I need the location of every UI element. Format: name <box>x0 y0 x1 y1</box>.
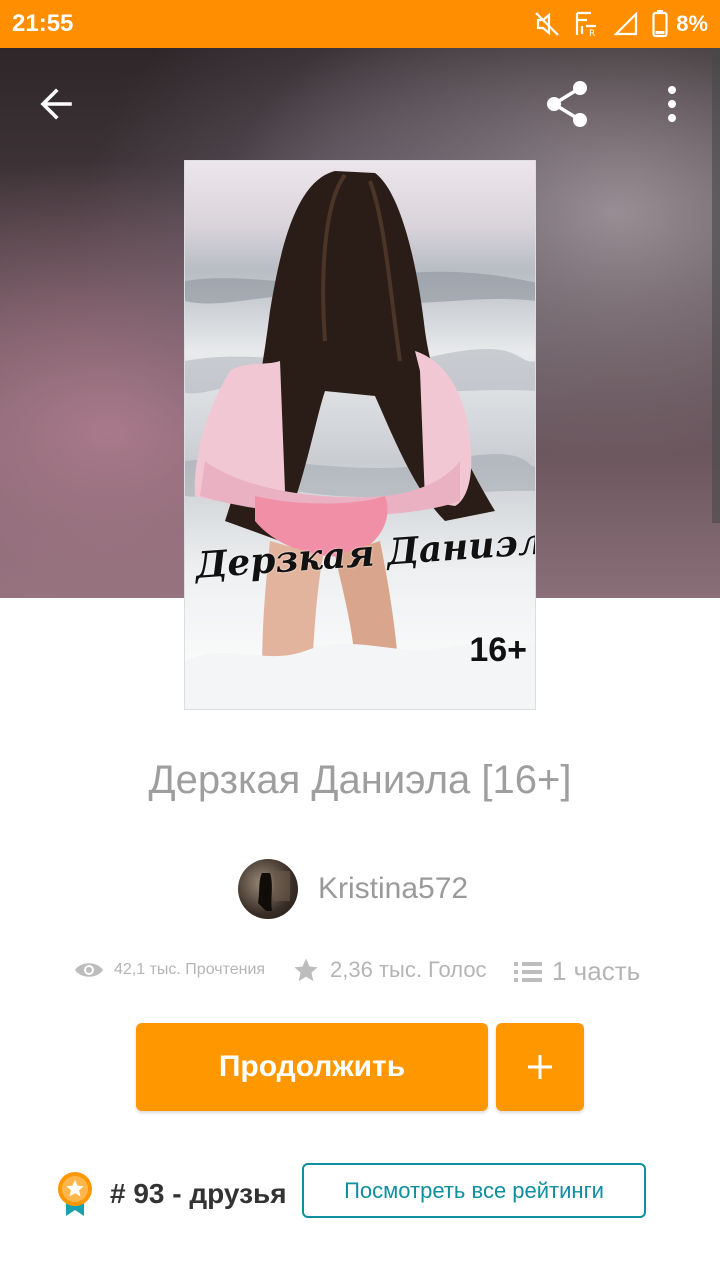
add-to-library-button[interactable] <box>496 1023 584 1111</box>
share-button[interactable] <box>540 76 596 132</box>
scroll-indicator <box>712 48 720 523</box>
share-icon <box>547 81 587 127</box>
eye-icon <box>75 963 103 977</box>
reads-count: 42,1 тыс. Прочтения <box>114 961 266 978</box>
more-options-button[interactable] <box>644 76 700 132</box>
author-name[interactable]: Kristina572 <box>318 872 468 906</box>
cover-illustration <box>185 171 535 709</box>
ranking-text: # 93 - друзья <box>110 1178 287 1209</box>
signal-no-sim-icon: R <box>574 10 600 38</box>
cover-age-rating: 16+ <box>469 631 527 669</box>
votes-stat: 2,36 тыс. Голос <box>292 956 487 984</box>
more-vertical-icon <box>668 86 676 122</box>
battery-icon <box>652 10 668 38</box>
ranking-badge-icon <box>58 1172 92 1216</box>
reads-stat: 42,1 тыс. Прочтения <box>74 960 265 980</box>
list-icon <box>514 961 542 982</box>
author-link[interactable]: Kristina572 <box>238 858 468 920</box>
parts-count[interactable]: 1 часть <box>552 956 640 987</box>
votes-count: 2,36 тыс. Голос <box>330 957 487 982</box>
star-icon <box>294 958 318 982</box>
view-all-rankings-button[interactable]: Посмотреть все рейтинги <box>302 1163 646 1218</box>
status-time: 21:55 <box>12 10 74 37</box>
svg-text:R: R <box>589 29 595 38</box>
status-icons: R 8% <box>534 8 708 40</box>
back-button[interactable] <box>28 76 84 132</box>
author-avatar[interactable] <box>238 859 298 919</box>
story-cover-image[interactable]: Дерзкая Даниэла 16+ <box>184 160 536 710</box>
ranking-row: # 93 - друзья <box>56 1166 287 1222</box>
parts-stat[interactable]: 1 часть <box>514 956 640 987</box>
story-title: Дерзкая Даниэла [16+] <box>148 758 572 802</box>
continue-reading-button[interactable]: Продолжить <box>136 1023 488 1111</box>
plus-icon <box>528 1055 552 1079</box>
cell-signal-icon <box>614 12 638 36</box>
story-stats: 42,1 тыс. Прочтения 2,36 тыс. Голос 1 ча… <box>0 952 720 996</box>
mute-icon <box>534 11 560 37</box>
battery-percent: 8% <box>676 11 708 36</box>
arrow-left-icon <box>40 88 72 120</box>
status-bar: 21:55 R 8% <box>0 0 720 48</box>
